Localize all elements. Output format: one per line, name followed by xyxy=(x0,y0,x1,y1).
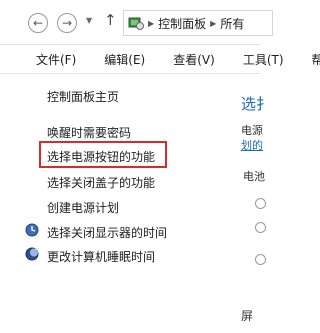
sidebar-item-create-plan[interactable]: 创建电源计划 xyxy=(47,199,119,216)
screen-label: 屏 xyxy=(241,309,254,323)
menu-view[interactable]: 查看(V) xyxy=(173,51,215,68)
radio-option-1[interactable] xyxy=(255,198,266,209)
arrow-right-icon: → xyxy=(61,16,73,30)
back-button[interactable]: ← xyxy=(28,13,48,33)
menu-bar: 文件(F) 编辑(E) 查看(V) 工具(T) 帮 xyxy=(0,44,320,74)
breadcrumb-separator-icon: ▶ xyxy=(210,18,217,28)
sidebar-item-control-panel-home[interactable]: 控制面板主页 xyxy=(47,88,119,105)
highlight-box xyxy=(39,141,167,168)
sidebar-item-display-off[interactable]: 选择关闭显示器的时间 xyxy=(47,224,167,241)
breadcrumb-all-items[interactable]: 所有 xyxy=(220,15,244,32)
moon-icon xyxy=(25,246,39,261)
radio-option-3[interactable] xyxy=(255,254,266,265)
content-link[interactable]: 划的 xyxy=(241,137,263,153)
menu-tools[interactable]: 工具(T) xyxy=(243,51,284,68)
forward-button[interactable]: → xyxy=(57,13,77,33)
control-panel-icon xyxy=(128,15,144,31)
sidebar-item-lid-close[interactable]: 选择关闭盖子的功能 xyxy=(47,174,155,191)
breadcrumb-separator-icon: ▶ xyxy=(148,18,155,28)
address-field[interactable]: ▶ 控制面板 ▶ 所有 xyxy=(123,10,273,36)
menu-file[interactable]: 文件(F) xyxy=(36,51,76,68)
address-bar: ← → ▼ ↑ ▶ 控制面板 ▶ 所有 xyxy=(0,0,273,44)
sidebar-item-sleep-time[interactable]: 更改计算机睡眠时间 xyxy=(47,248,155,265)
content-heading: 选扌 xyxy=(241,95,272,113)
sidebar-item-wake-password[interactable]: 唤醒时需要密码 xyxy=(47,124,131,141)
radio-option-2[interactable] xyxy=(255,222,266,233)
menu-edit[interactable]: 编辑(E) xyxy=(104,51,145,68)
recent-locations-chevron-icon[interactable]: ▼ xyxy=(86,16,92,25)
menu-help[interactable]: 帮 xyxy=(312,51,320,68)
monitor-clock-icon xyxy=(25,222,39,237)
arrow-left-icon: ← xyxy=(32,16,44,30)
breadcrumb-control-panel[interactable]: 控制面板 xyxy=(158,15,206,32)
content-text: 电源 xyxy=(241,124,263,137)
battery-label: 电池 xyxy=(243,170,265,183)
up-arrow-icon[interactable]: ↑ xyxy=(104,11,117,29)
